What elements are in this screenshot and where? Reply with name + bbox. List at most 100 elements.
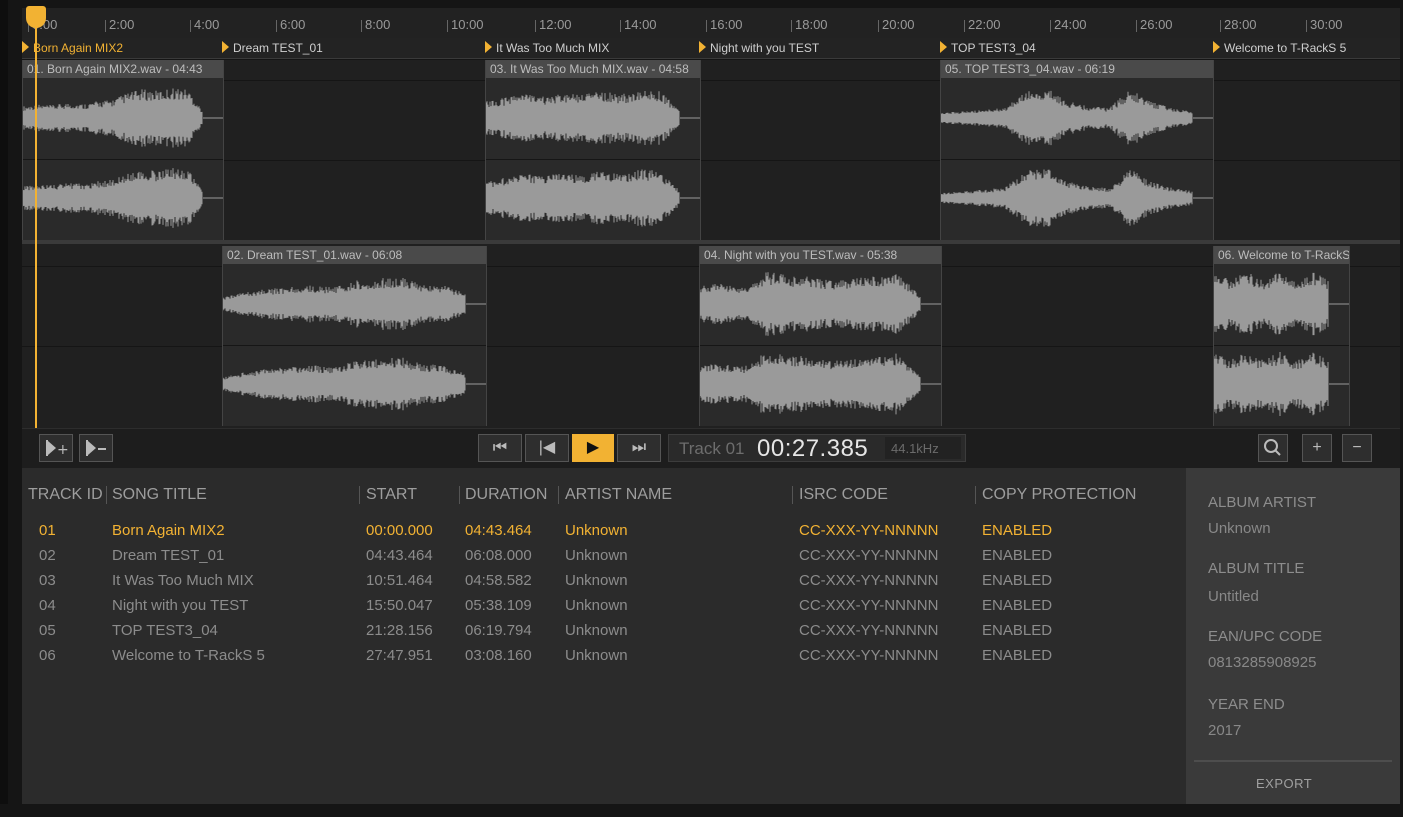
track-marker[interactable]: It Was Too Much MIX bbox=[485, 41, 609, 55]
lane-top: 01. Born Again MIX2.wav - 04:43 03. It W… bbox=[22, 60, 1400, 240]
track-list: TRACK ID SONG TITLE START DURATION ARTIS… bbox=[22, 468, 1186, 804]
previous-track-button[interactable]: |◀ bbox=[525, 434, 569, 462]
current-track-label: Track 01 bbox=[679, 439, 745, 458]
track-duration[interactable]: 06:19.794 bbox=[465, 622, 532, 639]
next-track-button[interactable]: ⏭ bbox=[617, 434, 661, 462]
track-marker[interactable]: Night with you TEST bbox=[699, 41, 819, 55]
copy-protection[interactable]: ENABLED bbox=[982, 647, 1052, 664]
song-title[interactable]: Dream TEST_01 bbox=[112, 547, 224, 564]
playhead[interactable] bbox=[35, 8, 37, 428]
column-separator[interactable] bbox=[975, 486, 976, 504]
track-marker[interactable]: Welcome to T-RackS 5 bbox=[1213, 41, 1346, 55]
isrc-code[interactable]: CC-XXX-YY-NNNNN bbox=[799, 522, 938, 539]
isrc-code[interactable]: CC-XXX-YY-NNNNN bbox=[799, 572, 938, 589]
track-duration[interactable]: 06:08.000 bbox=[465, 547, 532, 564]
track-id: 04 bbox=[39, 597, 56, 614]
column-header-start[interactable]: START bbox=[366, 486, 417, 504]
isrc-code[interactable]: CC-XXX-YY-NNNNN bbox=[799, 622, 938, 639]
copy-protection[interactable]: ENABLED bbox=[982, 547, 1052, 564]
track-start[interactable]: 10:51.464 bbox=[366, 572, 433, 589]
isrc-code[interactable]: CC-XXX-YY-NNNNN bbox=[799, 547, 938, 564]
track-duration[interactable]: 04:58.582 bbox=[465, 572, 532, 589]
artist-name[interactable]: Unknown bbox=[565, 547, 628, 564]
track-id: 05 bbox=[39, 622, 56, 639]
copy-protection[interactable]: ENABLED bbox=[982, 522, 1052, 539]
song-title[interactable]: TOP TEST3_04 bbox=[112, 622, 218, 639]
audio-clip[interactable]: 05. TOP TEST3_04.wav - 06:19 bbox=[940, 60, 1214, 240]
artist-name[interactable]: Unknown bbox=[565, 622, 628, 639]
album-artist-field[interactable]: Unknown bbox=[1208, 520, 1271, 537]
column-header-isrc[interactable]: ISRC CODE bbox=[799, 486, 888, 504]
isrc-code[interactable]: CC-XXX-YY-NNNNN bbox=[799, 647, 938, 664]
waveform-area[interactable]: 01. Born Again MIX2.wav - 04:43 03. It W… bbox=[22, 60, 1400, 428]
zoom-in-button[interactable]: + bbox=[1302, 434, 1332, 462]
audio-clip[interactable]: 01. Born Again MIX2.wav - 04:43 bbox=[22, 60, 224, 240]
column-separator[interactable] bbox=[558, 486, 559, 504]
artist-name[interactable]: Unknown bbox=[565, 597, 628, 614]
track-marker[interactable]: Dream TEST_01 bbox=[222, 41, 323, 55]
track-start[interactable]: 04:43.464 bbox=[366, 547, 433, 564]
zoom-out-button[interactable]: − bbox=[1342, 434, 1372, 462]
artist-name[interactable]: Unknown bbox=[565, 572, 628, 589]
ruler-tick: 24:00 bbox=[1050, 17, 1087, 32]
track-start[interactable]: 00:00.000 bbox=[366, 522, 433, 539]
marker-flag-icon bbox=[699, 41, 706, 53]
export-button[interactable]: EXPORT bbox=[1256, 776, 1312, 791]
year-end-field[interactable]: 2017 bbox=[1208, 722, 1241, 739]
ruler-tick: 20:00 bbox=[878, 17, 915, 32]
transport-bar: + ⏮ |◀ ▶ ⏭ Track 01 00:27.385 44.1kHz + … bbox=[22, 428, 1400, 469]
marker-flag-icon bbox=[940, 41, 947, 53]
copy-protection[interactable]: ENABLED bbox=[982, 597, 1052, 614]
lane-bottom: 02. Dream TEST_01.wav - 06:08 04. Night … bbox=[22, 246, 1400, 426]
track-duration[interactable]: 04:43.464 bbox=[465, 522, 532, 539]
remove-marker-button[interactable] bbox=[79, 434, 113, 462]
zoom-button[interactable] bbox=[1258, 434, 1288, 462]
ean-upc-field[interactable]: 0813285908925 bbox=[1208, 654, 1316, 671]
copy-protection[interactable]: ENABLED bbox=[982, 572, 1052, 589]
audio-clip[interactable]: 02. Dream TEST_01.wav - 06:08 bbox=[222, 246, 487, 426]
ruler-tick: 10:00 bbox=[447, 17, 484, 32]
column-header-duration[interactable]: DURATION bbox=[465, 486, 547, 504]
audio-clip[interactable]: 03. It Was Too Much MIX.wav - 04:58 bbox=[485, 60, 701, 240]
column-header-song-title[interactable]: SONG TITLE bbox=[112, 486, 207, 504]
timeline-ruler[interactable]: 0:00 2:00 4:00 6:00 8:00 10:00 12:00 14:… bbox=[22, 8, 1400, 39]
track-duration[interactable]: 05:38.109 bbox=[465, 597, 532, 614]
artist-name[interactable]: Unknown bbox=[565, 522, 628, 539]
column-separator[interactable] bbox=[459, 486, 460, 504]
audio-clip[interactable]: 04. Night with you TEST.wav - 05:38 bbox=[699, 246, 942, 426]
add-marker-button[interactable]: + bbox=[39, 434, 73, 462]
marker-label: Dream TEST_01 bbox=[233, 41, 323, 55]
skip-forward-icon: ⏭ bbox=[631, 439, 647, 456]
song-title[interactable]: Night with you TEST bbox=[112, 597, 248, 614]
track-marker[interactable]: Born Again MIX2 bbox=[22, 41, 123, 55]
song-title[interactable]: It Was Too Much MIX bbox=[112, 572, 254, 589]
track-duration[interactable]: 03:08.160 bbox=[465, 647, 532, 664]
copy-protection[interactable]: ENABLED bbox=[982, 622, 1052, 639]
track-id: 02 bbox=[39, 547, 56, 564]
artist-name[interactable]: Unknown bbox=[565, 647, 628, 664]
album-title-field[interactable]: Untitled bbox=[1208, 588, 1259, 605]
song-title[interactable]: Welcome to T-RackS 5 bbox=[112, 647, 265, 664]
audio-clip[interactable]: 06. Welcome to T-RackS 5 bbox=[1213, 246, 1350, 426]
ruler-tick: 8:00 bbox=[360, 17, 391, 32]
play-button[interactable]: ▶ bbox=[572, 434, 614, 462]
column-separator[interactable] bbox=[359, 486, 360, 504]
column-header-artist[interactable]: ARTIST NAME bbox=[565, 486, 672, 504]
track-start[interactable]: 15:50.047 bbox=[366, 597, 433, 614]
playhead-handle[interactable] bbox=[26, 6, 46, 28]
column-separator[interactable] bbox=[106, 486, 107, 504]
clip-title: 01. Born Again MIX2.wav - 04:43 bbox=[23, 60, 223, 78]
rewind-to-start-button[interactable]: ⏮ bbox=[478, 434, 522, 462]
column-header-track-id[interactable]: TRACK ID bbox=[28, 486, 103, 504]
track-start[interactable]: 27:47.951 bbox=[366, 647, 433, 664]
marker-flag-icon bbox=[1213, 41, 1220, 53]
isrc-code[interactable]: CC-XXX-YY-NNNNN bbox=[799, 597, 938, 614]
column-separator[interactable] bbox=[792, 486, 793, 504]
column-header-copy-protection[interactable]: COPY PROTECTION bbox=[982, 486, 1136, 504]
track-marker[interactable]: TOP TEST3_04 bbox=[940, 41, 1036, 55]
track-start[interactable]: 21:28.156 bbox=[366, 622, 433, 639]
song-title[interactable]: Born Again MIX2 bbox=[112, 522, 225, 539]
marker-flag-icon bbox=[485, 41, 492, 53]
ruler-tick: 4:00 bbox=[189, 17, 220, 32]
channel-divider bbox=[700, 345, 941, 346]
